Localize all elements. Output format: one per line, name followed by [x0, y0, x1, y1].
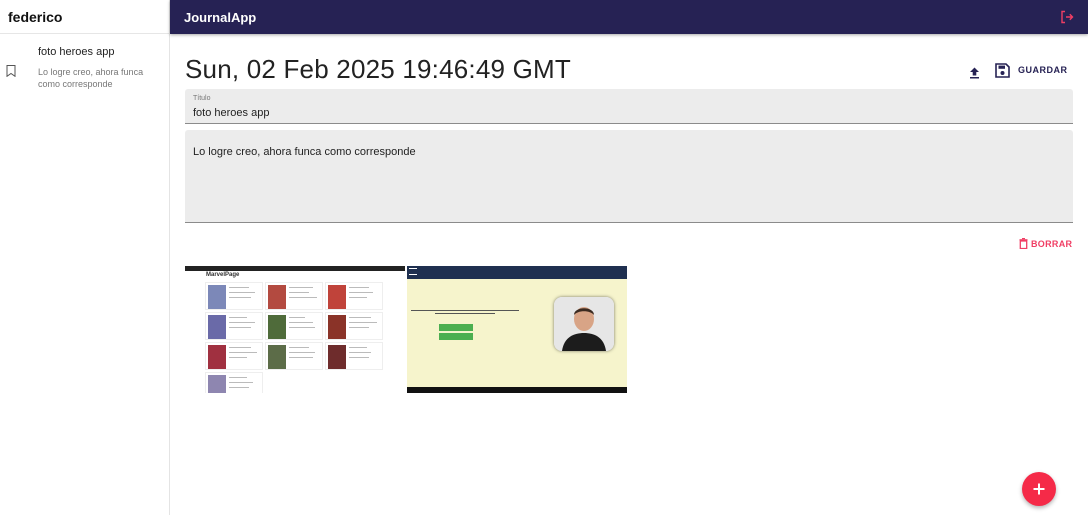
- sidebar-note-item[interactable]: foto heroes app Lo logre creo, ahora fun…: [0, 34, 169, 100]
- title-field[interactable]: Título foto heroes app: [185, 89, 1073, 124]
- note-view: Sun, 02 Feb 2025 19:46:49 GMT GUARDAR Tí…: [170, 34, 1088, 515]
- sidebar-header: federico: [0, 0, 169, 34]
- note-item-body: Lo logre creo, ahora funca como correspo…: [38, 67, 144, 89]
- thumbnail-card: [325, 312, 383, 340]
- thumbnail-card: [205, 282, 263, 310]
- thumbnail-button: [439, 324, 473, 331]
- thumbnail-topbar: [407, 266, 627, 279]
- logout-icon[interactable]: [1060, 10, 1074, 24]
- thumbnail-topbar: [185, 266, 405, 271]
- add-note-button[interactable]: [1022, 472, 1056, 506]
- thumbnail-card: [325, 342, 383, 370]
- save-label: GUARDAR: [1018, 65, 1068, 75]
- thumbnail-card: [205, 312, 263, 340]
- topbar: JournalApp: [170, 0, 1088, 34]
- body-field-value: Lo logre creo, ahora funca como correspo…: [193, 146, 416, 158]
- save-button[interactable]: GUARDAR: [995, 60, 1068, 80]
- app-title: JournalApp: [184, 9, 257, 25]
- title-field-label: Título: [193, 95, 211, 102]
- bookmark-icon: [6, 65, 16, 77]
- username: federico: [8, 8, 63, 25]
- thumbnail-card: [325, 282, 383, 310]
- save-icon: [995, 62, 1010, 78]
- plus-icon: [1033, 483, 1045, 495]
- delete-button[interactable]: BORRAR: [1019, 238, 1072, 249]
- thumbnail-card: [265, 312, 323, 340]
- thumbnail-card: [265, 282, 323, 310]
- thumbnail-footer: [407, 387, 627, 393]
- note-item-title: foto heroes app: [38, 46, 115, 58]
- journal-app: federico foto heroes app Lo logre creo, …: [0, 0, 1088, 515]
- person-icon: [554, 297, 614, 351]
- note-image-thumbnail[interactable]: [407, 266, 627, 393]
- note-image-thumbnail[interactable]: MarvelPage: [185, 266, 405, 393]
- title-field-value: foto heroes app: [193, 107, 270, 119]
- upload-icon: [969, 67, 979, 79]
- note-date: Sun, 02 Feb 2025 19:46:49 GMT: [185, 54, 571, 84]
- thumbnail-card: [205, 372, 263, 393]
- delete-label: BORRAR: [1031, 238, 1073, 249]
- avatar-photo: [554, 297, 614, 351]
- thumbnail-heading: MarvelPage: [206, 272, 240, 278]
- sidebar: federico foto heroes app Lo logre creo, …: [0, 0, 170, 515]
- thumbnail-button: [439, 333, 473, 340]
- trash-icon: [1019, 238, 1028, 249]
- thumbnail-card: [265, 342, 323, 370]
- thumbnail-card: [205, 342, 263, 370]
- body-field[interactable]: Lo logre creo, ahora funca como correspo…: [185, 130, 1073, 223]
- upload-button[interactable]: [963, 62, 985, 84]
- thumbnail-text: [411, 310, 521, 316]
